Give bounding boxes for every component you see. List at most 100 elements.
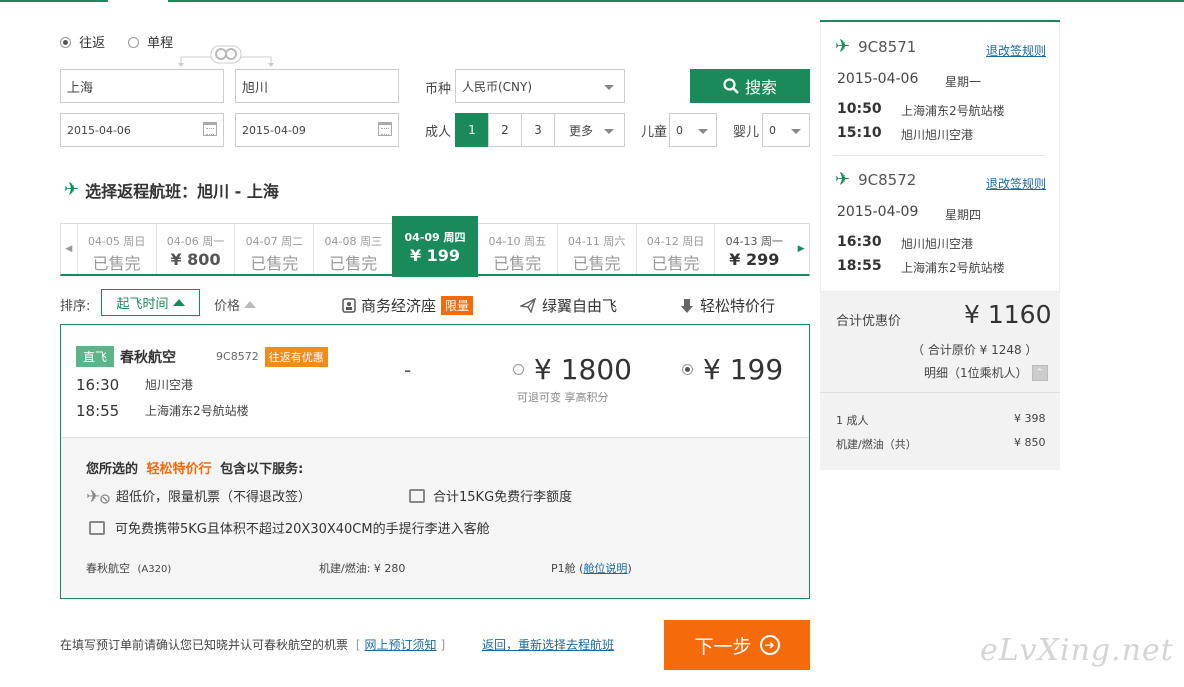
fare-class-green-label: 绿翼自由飞 — [542, 297, 618, 315]
date-tab-selected[interactable]: 04-09 周四 ¥ 199 — [392, 216, 478, 277]
fare-class-green[interactable]: 绿翼自由飞 — [520, 295, 617, 316]
section-title-text: 选择返程航班：旭川 - 上海 — [85, 182, 279, 201]
date-tab-price: 已售完 — [493, 254, 542, 273]
tax-fee: 机建/燃油: ¥ 280 — [319, 562, 406, 575]
sort-departure-button[interactable]: 起飞时间 — [101, 289, 200, 316]
airplane-icon: ✈ — [835, 36, 851, 57]
arrow-up-icon — [172, 299, 185, 306]
next-step-button[interactable]: 下一步 ➔ — [664, 620, 810, 670]
collapse-icon: ⌃ — [1031, 364, 1048, 381]
service-3: 可免费携带5KG且体积不超过20X30X40CM的手提行李进入客舱 — [115, 522, 490, 537]
chevron-down-icon — [791, 129, 801, 134]
refund-rules-link[interactable]: 退改签规则 — [986, 177, 1046, 191]
date-tab-date: 04-07 — [245, 235, 278, 248]
currency-select[interactable]: 人民币(CNY) — [455, 69, 625, 103]
fare-class-business-label: 商务经济座 — [361, 297, 437, 315]
infant-select[interactable]: 0 — [762, 113, 810, 147]
date-tab-date: 04-10 — [488, 235, 521, 248]
no-fare-dash: - — [404, 358, 412, 382]
leg-depart-time: 16:30 — [837, 234, 882, 250]
next-week-icon[interactable]: ▶ — [793, 224, 809, 274]
top-border — [0, 0, 1184, 2]
airplane-icon: ✈ — [835, 169, 851, 190]
easy-price: ¥ 199 — [703, 353, 784, 386]
adult-option-2[interactable]: 2 — [488, 113, 522, 147]
promo-badge: 往返有优惠 — [264, 346, 328, 367]
seat-icon — [342, 298, 356, 313]
date-tab[interactable]: 04-13 周一 ¥ 299 — [714, 224, 793, 274]
cabin-info-link[interactable]: 舱位说明 — [583, 562, 627, 575]
fare-detail-panel: 您所选的 轻松特价行 包含以下服务: ✈ 超低价，限量机票（不得退改签） 合计1… — [61, 437, 809, 598]
total-label: 合计优惠价 — [836, 314, 902, 329]
prev-week-icon[interactable]: ◀ — [61, 224, 77, 274]
leg-arrive-time: 18:55 — [837, 258, 882, 274]
leg-flight-number: 9C8572 — [858, 171, 917, 189]
flight-card: 直飞 春秋航空 9C8572 往返有优惠 16:30 旭川空港 18:55 上海… — [60, 324, 810, 599]
date-tab-price: 已售完 — [329, 254, 378, 273]
leg-depart-time: 10:50 — [837, 101, 882, 117]
adult-option-3[interactable]: 3 — [521, 113, 555, 147]
child-select[interactable]: 0 — [669, 113, 717, 147]
return-date-input[interactable]: 2015-04-09 — [235, 113, 399, 147]
date-tab-weekday: 周六 — [603, 235, 626, 248]
total-price: ¥ 1160 — [964, 300, 1052, 329]
fare-class-business[interactable]: 商务经济座 限量 — [342, 295, 474, 316]
date-tab[interactable]: 04-08 周三 已售完 — [313, 224, 392, 274]
sort-price-button[interactable]: 价格 — [214, 295, 257, 314]
date-tab[interactable]: 04-05 周日 已售完 — [76, 224, 156, 274]
adult-option-more[interactable]: 更多 — [554, 113, 625, 147]
back-to-outbound-link[interactable]: 返回，重新选择去程航班 — [482, 638, 614, 652]
detail-intro-post: 包含以下服务: — [220, 462, 304, 477]
sort-departure-label: 起飞时间 — [116, 297, 169, 312]
adult-option-1[interactable]: 1 — [455, 113, 489, 147]
date-tab-date: 04-12 — [646, 235, 679, 248]
booking-summary: ✈ 9C8571 退改签规则 2015-04-06 星期一 10:50 上海浦东… — [820, 20, 1060, 470]
aircraft-model: (A320) — [137, 564, 172, 575]
arrow-right-icon: ➔ — [759, 635, 780, 655]
date-tab-weekday: 周一 — [761, 235, 784, 248]
search-button[interactable]: 搜索 — [690, 69, 810, 103]
fare-class-easy-label: 轻松特价行 — [700, 297, 776, 315]
detail-intro-pre: 您所选的 — [86, 462, 139, 477]
date-tab[interactable]: 04-12 周日 已售完 — [635, 224, 715, 274]
adult-option-label: 2 — [501, 123, 509, 137]
departure-airport: 旭川空港 — [145, 378, 194, 392]
date-strip: ◀ 04-05 周日 已售完 04-06 周一 ¥ 800 04-07 周二 已售完 … — [60, 216, 810, 277]
luggage-icon — [409, 488, 425, 503]
date-tab[interactable]: 04-07 周二已售完 — [234, 224, 313, 274]
swap-icon[interactable] — [178, 44, 274, 68]
leg-depart-airport: 旭川旭川空港 — [901, 237, 974, 251]
radio-icon — [128, 37, 139, 48]
airplane-icon: ✈ — [64, 179, 80, 200]
leg-arrive-airport: 旭川旭川空港 — [901, 128, 974, 142]
date-tab-price: 已售完 — [250, 254, 299, 273]
fare-option-flexible[interactable]: ¥ 1800 — [513, 353, 632, 386]
leg-date: 2015-04-06 — [837, 71, 919, 87]
calendar-icon[interactable] — [203, 122, 217, 136]
flexible-price: ¥ 1800 — [534, 353, 632, 386]
radio-icon — [60, 37, 71, 48]
date-tab[interactable]: 04-10 周五 已售完 — [478, 224, 557, 274]
date-tab-date: 04-06 — [166, 235, 199, 248]
date-tab[interactable]: 04-06 周一 ¥ 800 — [155, 224, 235, 274]
adult-option-label: 3 — [534, 123, 542, 137]
destination-input[interactable]: 旭川 — [235, 69, 399, 103]
price-detail-toggle[interactable]: 明细（1位乘机人） ⌃ — [924, 364, 1048, 381]
fare-row-value: ¥ 398 — [1014, 412, 1046, 425]
radio-icon — [513, 364, 524, 375]
origin-input[interactable]: 上海 — [60, 69, 224, 103]
date-tab-weekday: 周二 — [281, 235, 304, 248]
fare-option-easy[interactable]: ¥ 199 — [682, 353, 783, 386]
date-tab[interactable]: 04-11 周六 已售完 — [556, 224, 636, 274]
trip-oneway-radio[interactable]: 单程 — [128, 32, 173, 51]
search-button-label: 搜索 — [744, 78, 777, 97]
original-total: （ 合计原价 ¥ 1248 ） — [912, 343, 1038, 357]
fare-class-easy[interactable]: 轻松特价行 — [680, 295, 775, 316]
depart-date-input[interactable]: 2015-04-06 — [60, 113, 224, 147]
carry-on-bag-icon — [89, 520, 105, 535]
booking-notice-link[interactable]: 网上预订须知 — [365, 638, 437, 652]
trip-roundtrip-radio[interactable]: 往返 — [60, 32, 105, 51]
calendar-icon[interactable] — [378, 122, 392, 136]
refund-rules-link[interactable]: 退改签规则 — [986, 44, 1046, 58]
arrow-up-icon — [244, 301, 257, 308]
